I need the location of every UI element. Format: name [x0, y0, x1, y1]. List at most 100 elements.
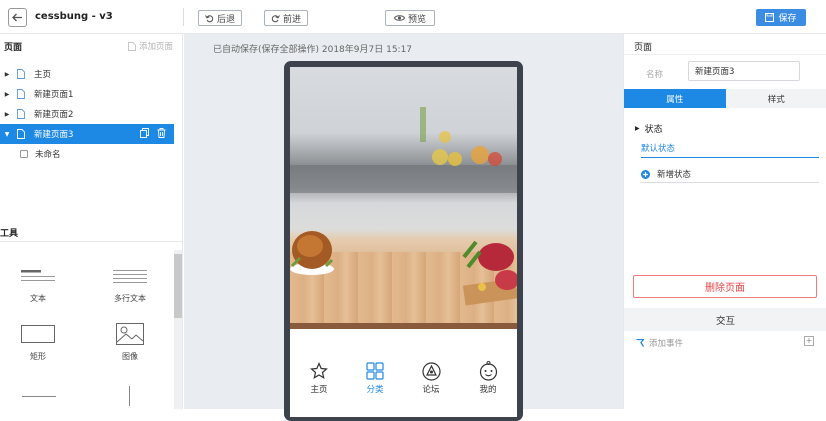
- add-state-button[interactable]: 新增状态: [641, 168, 691, 180]
- nav-category[interactable]: 分类: [355, 361, 395, 395]
- expand-arrow-icon[interactable]: ▶: [0, 71, 14, 78]
- grid-icon: [355, 361, 395, 381]
- copy-icon[interactable]: [140, 128, 149, 138]
- add-page-label: 添加页面: [139, 40, 173, 52]
- tools-scrollbar[interactable]: [174, 250, 182, 409]
- properties-title: 页面: [634, 40, 652, 53]
- tool-multiline-text[interactable]: 多行文本: [100, 263, 160, 304]
- tab-properties[interactable]: 属性: [624, 89, 726, 108]
- page-sub-item[interactable]: 未命名: [0, 144, 174, 164]
- rectangle-icon: [8, 321, 68, 347]
- phone-screen[interactable]: 主页 分类: [290, 67, 517, 417]
- nav-profile[interactable]: 我的: [468, 361, 508, 395]
- autosave-status: 已自动保存(保存全部操作) 2018年9月7日 15:17: [213, 42, 412, 55]
- eye-icon: [394, 14, 405, 22]
- vertical-line-tool-preview[interactable]: [129, 386, 130, 406]
- page-label: 新建页面2: [34, 108, 73, 120]
- nav-label: 我的: [468, 383, 508, 395]
- star-icon: [299, 361, 339, 381]
- tool-label: 图像: [100, 351, 160, 362]
- divider: [624, 54, 826, 55]
- page-name-input[interactable]: [688, 61, 800, 81]
- page-item[interactable]: ▶ 主页: [0, 64, 174, 84]
- redo-button[interactable]: 前进: [264, 10, 308, 26]
- tool-rectangle[interactable]: 矩形: [8, 321, 68, 362]
- add-event-plus-icon[interactable]: +: [804, 336, 814, 346]
- add-state-label: 新增状态: [657, 168, 691, 180]
- scrollbar-thumb[interactable]: [174, 254, 182, 318]
- save-button[interactable]: 保存: [756, 9, 806, 26]
- expand-arrow-icon[interactable]: ▶: [0, 91, 14, 98]
- text-icon: [8, 263, 68, 289]
- page-label: 主页: [34, 68, 51, 80]
- phone-frame: 主页 分类: [284, 61, 523, 421]
- save-label: 保存: [778, 11, 796, 24]
- add-event-button[interactable]: 添加事件: [636, 337, 683, 349]
- delete-page-button[interactable]: 删除页面: [633, 275, 817, 298]
- hero-image[interactable]: [290, 67, 517, 329]
- page-icon: [14, 89, 28, 99]
- app-title: cessbung - v3: [35, 11, 113, 22]
- property-tabs: 属性 样式: [624, 89, 826, 108]
- page-icon: [14, 69, 28, 79]
- divider: [183, 8, 184, 26]
- tool-image[interactable]: 图像: [100, 321, 160, 362]
- nav-label: 分类: [355, 383, 395, 395]
- redo-label: 前进: [283, 12, 301, 25]
- add-page-button[interactable]: 添加页面: [128, 40, 173, 52]
- top-toolbar: cessbung - v3 后退 前进 预览 保存: [0, 0, 826, 34]
- divider: [641, 182, 819, 183]
- interaction-header: 交互: [624, 308, 826, 331]
- nav-home[interactable]: 主页: [299, 361, 339, 395]
- tool-label: 多行文本: [100, 293, 160, 304]
- multiline-text-icon: [100, 263, 160, 289]
- name-label: 名称: [646, 68, 663, 80]
- plus-circle-icon: [641, 170, 650, 179]
- nav-label: 主页: [299, 383, 339, 395]
- redo-icon: [271, 14, 280, 23]
- checkbox[interactable]: [20, 150, 28, 158]
- preview-label: 预览: [408, 12, 426, 25]
- compass-icon: [411, 361, 451, 381]
- tab-style[interactable]: 样式: [726, 89, 826, 108]
- undo-label: 后退: [217, 12, 235, 25]
- page-icon: [14, 129, 28, 139]
- back-button[interactable]: [8, 8, 27, 27]
- pages-panel: 页面 添加页面 ▶ 主页 ▶ 新建页面1 ▶ 新建页面2: [0, 34, 183, 409]
- preview-button[interactable]: 预览: [385, 10, 435, 26]
- tool-label: 文本: [8, 293, 68, 304]
- sub-item-label: 未命名: [35, 148, 61, 160]
- state-section-header[interactable]: ▶ 状态: [635, 122, 663, 135]
- arrow-left-icon: [12, 13, 23, 22]
- roast-chicken-decor: [290, 222, 336, 277]
- tool-label: 矩形: [8, 351, 68, 362]
- add-doc-icon: [128, 42, 136, 51]
- tool-text[interactable]: 文本: [8, 263, 68, 304]
- expand-arrow-icon: ▶: [635, 125, 640, 132]
- expand-arrow-icon[interactable]: ▶: [0, 111, 14, 118]
- trash-icon[interactable]: [157, 128, 166, 138]
- nav-forum[interactable]: 论坛: [411, 361, 451, 395]
- page-item[interactable]: ▶ 新建页面1: [0, 84, 174, 104]
- meat-board-decor: [462, 232, 517, 307]
- default-state-item[interactable]: 默认状态: [641, 142, 675, 154]
- add-event-label: 添加事件: [649, 337, 683, 349]
- collapse-arrow-icon[interactable]: ▼: [0, 131, 14, 138]
- page-label: 新建页面3: [34, 128, 73, 140]
- pages-title: 页面: [4, 40, 22, 53]
- page-item-selected[interactable]: ▼ 新建页面3: [0, 124, 174, 144]
- nav-label: 论坛: [411, 383, 451, 395]
- page-item[interactable]: ▶ 新建页面2: [0, 104, 174, 124]
- event-flag-icon: [636, 339, 644, 347]
- page-list: ▶ 主页 ▶ 新建页面1 ▶ 新建页面2 ▼ 新建页面3: [0, 64, 174, 164]
- bottom-nav: 主页 分类: [290, 329, 517, 417]
- state-title: 状态: [645, 122, 663, 135]
- selected-underline: [641, 157, 819, 158]
- properties-panel: 页面 名称 属性 样式 ▶ 状态 默认状态 新增状态 删除页面 交互 添加事件 …: [623, 34, 826, 409]
- undo-button[interactable]: 后退: [198, 10, 242, 26]
- line-tool-preview[interactable]: [22, 396, 56, 397]
- fruit-decor: [415, 87, 510, 172]
- page-icon: [14, 109, 28, 119]
- tools-title: 工具: [0, 226, 18, 239]
- save-icon: [765, 13, 774, 22]
